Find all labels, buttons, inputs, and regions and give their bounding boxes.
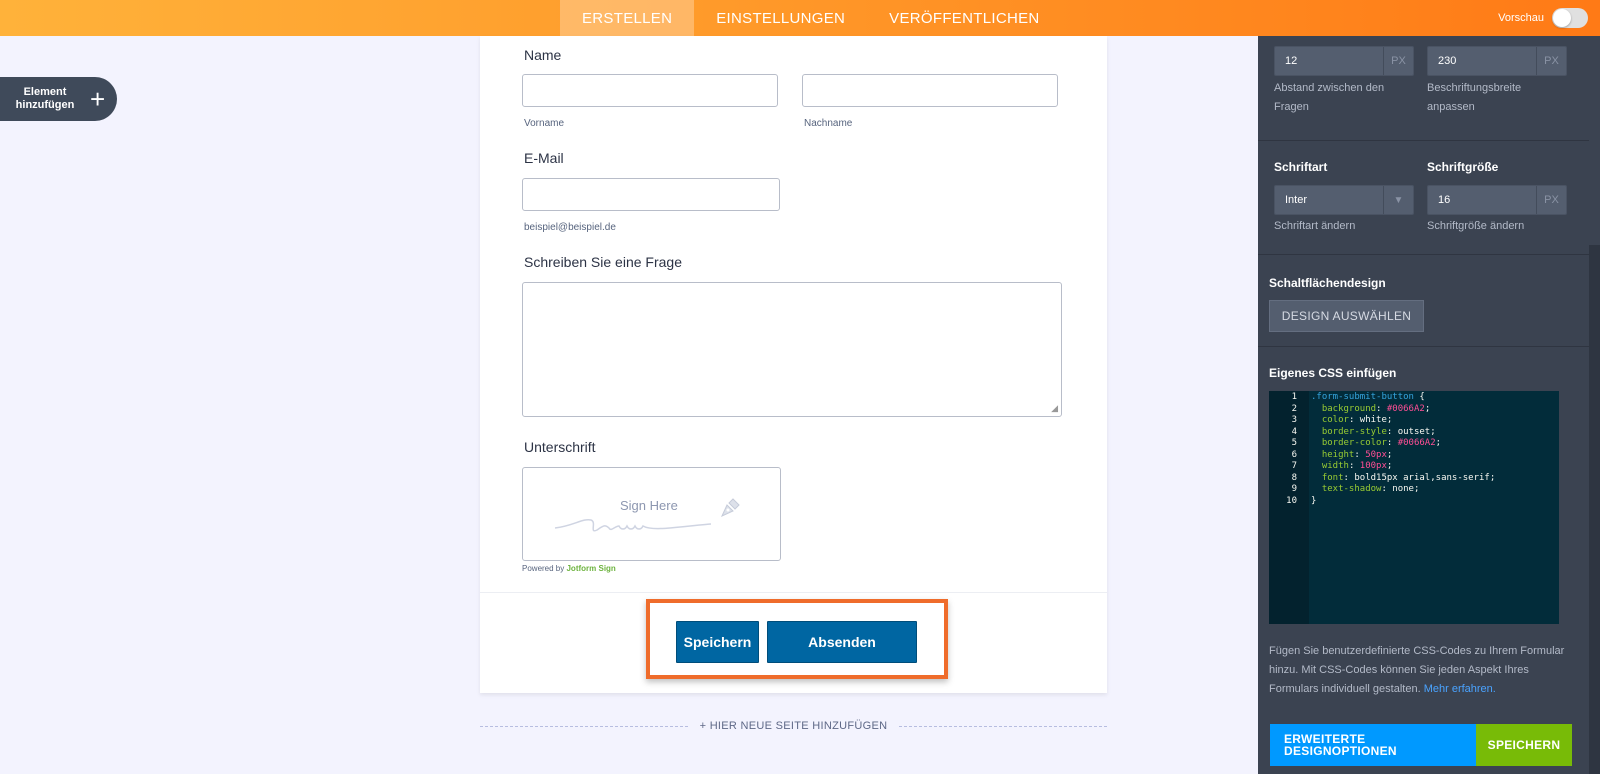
- submit-form-button[interactable]: Absenden: [767, 621, 917, 663]
- resize-handle-icon[interactable]: ◢: [1051, 403, 1058, 414]
- plus-icon: +: [90, 84, 106, 114]
- form-divider: [480, 592, 1107, 593]
- code-line: 7 width: 100px;: [1291, 461, 1393, 471]
- tab-veroeffentlichen[interactable]: VERÖFFENTLICHEN: [867, 0, 1061, 36]
- question-spacing-label: Abstand zwischen den Fragen: [1274, 82, 1385, 113]
- question-spacing-input[interactable]: 12 PX: [1274, 46, 1414, 76]
- css-help-body: Fügen Sie benutzerdefinierte CSS-Codes z…: [1269, 645, 1565, 695]
- signature-pad[interactable]: Sign Here: [522, 467, 781, 561]
- code-line: 5 border-color: #0066A2;: [1291, 438, 1442, 448]
- panel-save-button[interactable]: SPEICHERN: [1476, 724, 1572, 766]
- form-card: Name Vorname Nachname E-Mail beispiel@be…: [480, 36, 1107, 693]
- preview-label: Vorschau: [1498, 12, 1544, 24]
- highlighted-button-group: Speichern Absenden: [646, 599, 948, 679]
- question-label: Schreiben Sie eine Frage: [524, 254, 682, 270]
- font-family-value: Inter: [1285, 194, 1308, 206]
- add-element-button[interactable]: Element hinzufügen +: [0, 77, 117, 121]
- label-width-value: 230: [1438, 55, 1457, 67]
- last-name-input[interactable]: [802, 74, 1058, 107]
- powered-prefix: Powered by: [522, 564, 565, 573]
- panel-separator: [1258, 254, 1589, 255]
- code-line: 4 border-style: outset;: [1291, 426, 1436, 437]
- advanced-design-button[interactable]: ERWEITERTE DESIGNOPTIONEN: [1270, 724, 1476, 766]
- panel-separator: [1258, 346, 1589, 347]
- font-size-heading: Schriftgröße: [1427, 160, 1499, 174]
- question-spacing-value: 12: [1285, 55, 1298, 67]
- font-size-input[interactable]: 16 PX: [1427, 185, 1567, 215]
- code-line: 1 .form-submit-button {: [1291, 392, 1425, 402]
- sign-here-placeholder: Sign Here: [620, 498, 678, 513]
- code-line: 2 background: #0066A2;: [1291, 403, 1431, 414]
- font-family-heading: Schriftart: [1274, 160, 1328, 174]
- add-page-row: + HIER NEUE SEITE HINZUFÜGEN: [480, 718, 1108, 734]
- font-size-unit: PX: [1536, 186, 1566, 214]
- dropdown-triangle-icon: ▼: [1383, 186, 1413, 214]
- toggle-knob: [1553, 9, 1571, 27]
- learn-more-link[interactable]: Mehr erfahren.: [1424, 683, 1496, 695]
- font-size-value: 16: [1438, 194, 1451, 206]
- question-textarea[interactable]: ◢: [522, 282, 1062, 417]
- css-code-editor[interactable]: 1 .form-submit-button { 2 background: #00…: [1269, 391, 1559, 624]
- font-size-help: Schriftgröße ändern: [1427, 220, 1525, 232]
- dashed-line-left: [480, 725, 688, 727]
- label-width-unit: PX: [1536, 47, 1566, 75]
- preview-toggle-group: Vorschau: [1498, 8, 1588, 28]
- email-label: E-Mail: [524, 150, 564, 166]
- code-line: 10}: [1286, 495, 1317, 506]
- panel-separator: [1258, 140, 1589, 141]
- first-name-sublabel: Vorname: [524, 118, 565, 129]
- email-input[interactable]: [522, 178, 780, 211]
- save-form-button[interactable]: Speichern: [676, 621, 759, 663]
- font-family-select[interactable]: Inter ▼: [1274, 185, 1414, 215]
- builder-tabs: ERSTELLEN EINSTELLUNGEN VERÖFFENTLICHEN: [560, 0, 1062, 36]
- add-element-label: Element hinzufügen: [15, 86, 75, 111]
- tab-einstellungen[interactable]: EINSTELLUNGEN: [694, 0, 867, 36]
- top-navigation-bar: ERSTELLEN EINSTELLUNGEN VERÖFFENTLICHEN …: [0, 0, 1600, 36]
- add-page-link[interactable]: + HIER NEUE SEITE HINZUFÜGEN: [688, 720, 900, 732]
- code-line: 6 height: 50px;: [1291, 449, 1393, 460]
- email-sublabel: beispiel@beispiel.de: [524, 222, 616, 233]
- css-help-text: Fügen Sie benutzerdefinierte CSS-Codes z…: [1269, 642, 1569, 699]
- preview-toggle[interactable]: [1552, 8, 1588, 28]
- font-family-help: Schriftart ändern: [1274, 220, 1356, 232]
- jotform-sign-link[interactable]: Jotform Sign: [566, 564, 615, 573]
- name-label: Name: [524, 47, 562, 63]
- label-width-label: Beschriftungsbreite anpassen: [1427, 82, 1522, 113]
- label-width-input[interactable]: 230 PX: [1427, 46, 1567, 76]
- powered-by-text: Powered by Jotform Sign: [522, 564, 616, 573]
- first-name-input[interactable]: [522, 74, 778, 107]
- code-line: 8 font: bold15px arial,sans-serif;: [1291, 472, 1496, 483]
- code-line: 9 text-shadow: none;: [1291, 484, 1420, 494]
- signature-squiggle-icon: [554, 518, 712, 532]
- question-spacing-unit: PX: [1383, 47, 1413, 75]
- button-design-heading: Schaltflächendesign: [1269, 276, 1386, 290]
- last-name-sublabel: Nachname: [804, 118, 853, 129]
- tab-erstellen[interactable]: ERSTELLEN: [560, 0, 695, 36]
- form-designer-panel: 12 PX 230 PX Abstand zwischen den Fragen…: [1258, 36, 1600, 774]
- code-line: 3 color: white;: [1291, 415, 1393, 425]
- choose-design-button[interactable]: DESIGN AUSWÄHLEN: [1269, 300, 1424, 332]
- custom-css-heading: Eigenes CSS einfügen: [1269, 366, 1397, 380]
- panel-scrollbar[interactable]: [1589, 245, 1600, 774]
- dashed-line-right: [899, 725, 1108, 727]
- signature-label: Unterschrift: [524, 439, 596, 455]
- pen-nib-icon: [720, 498, 740, 518]
